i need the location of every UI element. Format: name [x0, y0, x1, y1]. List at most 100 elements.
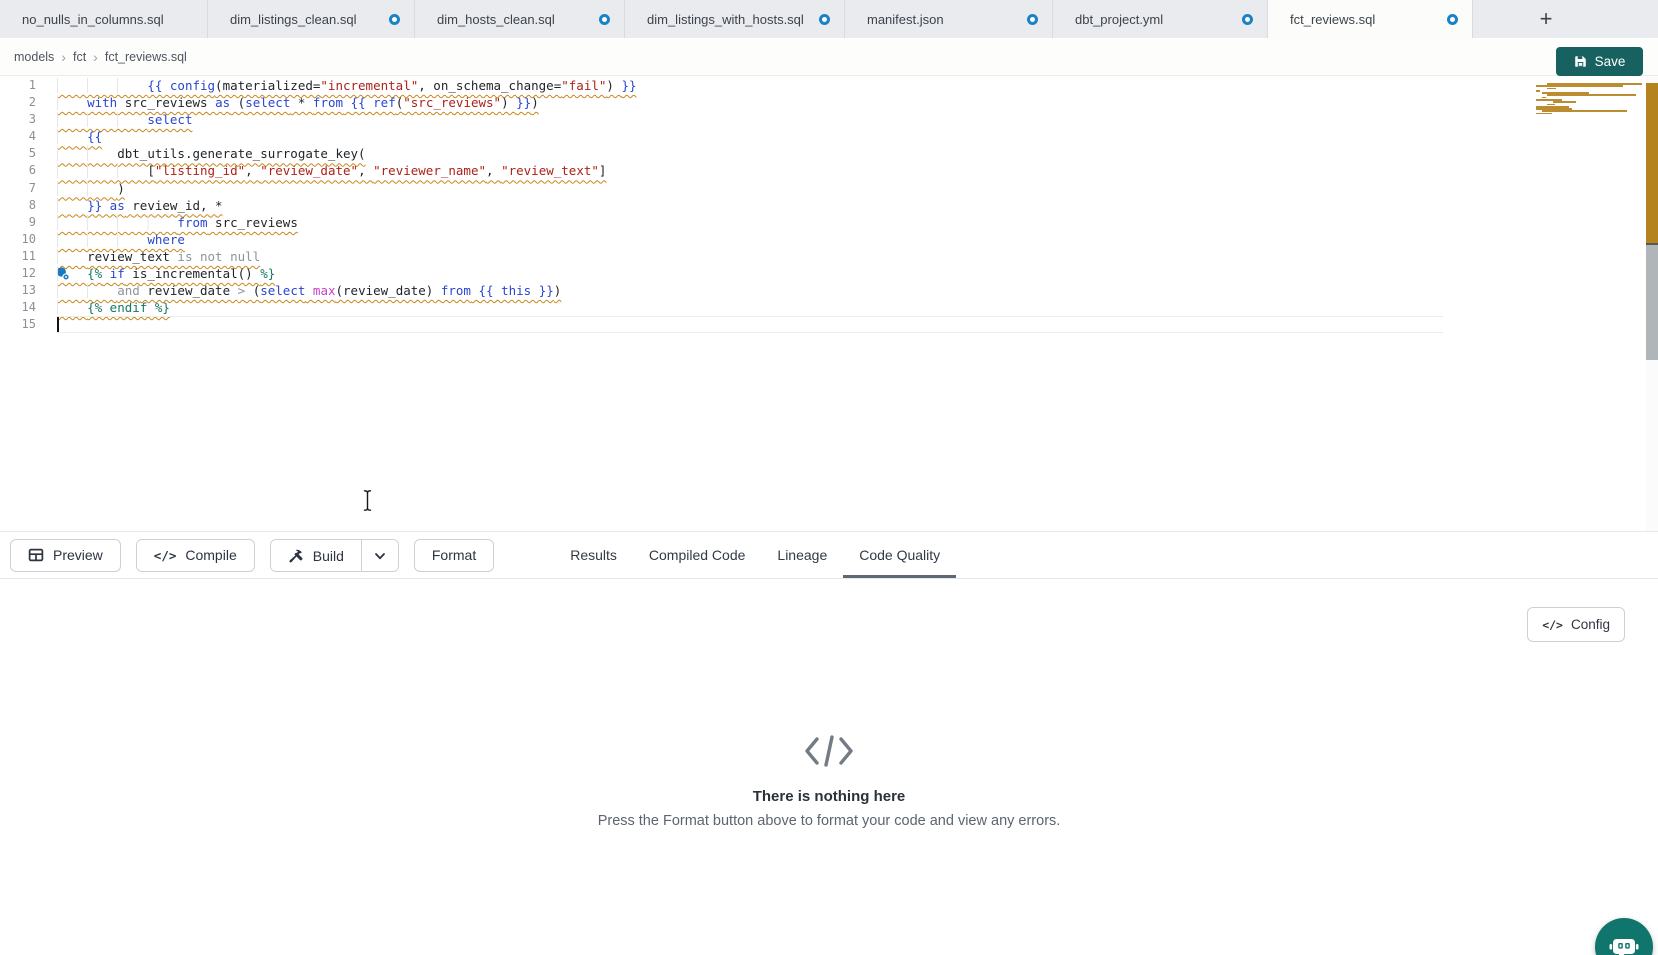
line-number: 6: [0, 162, 36, 179]
file-tab-dim_listings_clean.sql[interactable]: dim_listings_clean.sql: [208, 0, 415, 38]
indent-whitespace: [57, 146, 117, 161]
code-token: with: [87, 95, 117, 110]
code-line-11[interactable]: 11 review_text is not null: [0, 248, 1658, 265]
file-tab-dbt_project.yml[interactable]: dbt_project.yml: [1053, 0, 1268, 38]
code-line-8[interactable]: 8 }} as review_id, *: [0, 197, 1658, 214]
code-token: from: [313, 95, 343, 110]
breadcrumb-folder[interactable]: models: [14, 50, 54, 64]
format-button[interactable]: Format: [414, 539, 494, 572]
chevron-right-icon: ›: [86, 49, 105, 65]
line-number: 12: [0, 265, 36, 282]
code-line-9[interactable]: 9 from src_reviews: [0, 214, 1658, 231]
modified-dot-icon[interactable]: [599, 14, 610, 25]
breadcrumb: models › fct › fct_reviews.sql: [14, 38, 187, 76]
tab-compiled-code[interactable]: Compiled Code: [633, 532, 762, 578]
current-line-highlight: [56, 316, 1443, 333]
code-token: is not null: [177, 249, 260, 264]
tabbar-spacer: [1473, 0, 1525, 38]
tab-label: fct_reviews.sql: [1290, 12, 1435, 27]
mouse-text-cursor: [361, 489, 374, 512]
code-editor[interactable]: 1 {{ config(materialized="incremental", …: [0, 76, 1658, 532]
indent-whitespace: [57, 95, 87, 110]
indent-whitespace: [57, 181, 117, 196]
build-dropdown-button[interactable]: [362, 540, 398, 572]
code-token: ,: [358, 163, 373, 178]
chevron-right-icon: ›: [54, 49, 73, 65]
tab-label: dbt_project.yml: [1075, 12, 1230, 27]
editor-scrollbar[interactable]: [1646, 76, 1658, 532]
preview-button[interactable]: Preview: [10, 539, 121, 572]
code-line-1[interactable]: 1 {{ config(materialized="incremental", …: [0, 77, 1658, 94]
line-number: 14: [0, 299, 36, 316]
minimap-line: [1547, 88, 1556, 90]
modified-dot-icon[interactable]: [1447, 14, 1458, 25]
tab-lineage[interactable]: Lineage: [761, 532, 843, 578]
build-button[interactable]: Build: [271, 540, 361, 572]
code-line-2[interactable]: 2 with src_reviews as (select * from {{ …: [0, 94, 1658, 111]
empty-state: There is nothing here Press the Format b…: [0, 733, 1658, 829]
new-tab-button[interactable]: +: [1525, 0, 1567, 38]
code-token: review_text: [87, 249, 177, 264]
modified-dot-icon[interactable]: [389, 14, 400, 25]
minimap[interactable]: [1530, 83, 1644, 115]
code-line-14[interactable]: 14 {% endif %}: [0, 299, 1658, 316]
code-line-5[interactable]: 5 dbt_utils.generate_surrogate_key(: [0, 145, 1658, 162]
code-token: , on_schema_change=: [418, 78, 561, 93]
tab-code-quality[interactable]: Code Quality: [843, 532, 956, 578]
code-line-6[interactable]: 6 ["listing_id", "review_date", "reviewe…: [0, 162, 1658, 179]
modified-dot-icon[interactable]: [1027, 14, 1038, 25]
code-line-7[interactable]: 7 ): [0, 180, 1658, 197]
code-token: select: [245, 95, 290, 110]
indent-whitespace: [57, 198, 87, 213]
config-button[interactable]: </> Config: [1527, 607, 1625, 642]
button-label: Build: [313, 548, 344, 564]
code-text: select: [57, 111, 192, 128]
file-tab-fct_reviews.sql[interactable]: fct_reviews.sql: [1268, 0, 1473, 38]
modified-dot-icon[interactable]: [1242, 14, 1253, 25]
file-tab-dim_listings_with_hosts.sql[interactable]: dim_listings_with_hosts.sql: [625, 0, 845, 38]
indent-whitespace: [57, 129, 87, 144]
code-line-15[interactable]: 15: [0, 316, 1658, 333]
modified-dot-icon[interactable]: [819, 14, 830, 25]
file-tab-no_nulls_in_columns.sql[interactable]: no_nulls_in_columns.sql: [0, 0, 208, 38]
scrollbar-warning-marks: [1646, 83, 1658, 243]
indent-whitespace: [57, 283, 117, 298]
code-token: %}: [260, 266, 275, 281]
code-token: dbt_utils.generate_surrogate_key(: [117, 146, 365, 161]
compile-button[interactable]: </>Compile: [136, 539, 255, 572]
code-token: (materialized=: [215, 78, 320, 93]
button-label: Compile: [185, 547, 236, 563]
code-token: {{ this }}: [479, 283, 554, 298]
code-token: ,: [245, 163, 260, 178]
code-line-10[interactable]: 10 where: [0, 231, 1658, 248]
breadcrumb-subfolder[interactable]: fct: [73, 50, 86, 64]
minimap-line: [1542, 110, 1628, 112]
indent-whitespace: [57, 215, 177, 230]
code-line-13[interactable]: 13 and review_date > (select max(review_…: [0, 282, 1658, 299]
code-token: }} as: [87, 198, 125, 213]
line-number: 10: [0, 231, 36, 248]
code-token: [: [147, 163, 155, 178]
code-token: is_incremental(): [125, 266, 260, 281]
code-text: {{ config(materialized="incremental", on…: [57, 77, 637, 94]
code-token: review_id, *: [125, 198, 223, 213]
code-text: where: [57, 231, 185, 248]
code-line-12[interactable]: 12 {% if is_incremental() %}: [0, 265, 1658, 282]
code-token: }}: [621, 78, 636, 93]
code-quality-panel: </> Config There is nothing here Press t…: [0, 580, 1658, 955]
line-number: 7: [0, 180, 36, 197]
code-text: }} as review_id, *: [57, 197, 223, 214]
save-button[interactable]: Save: [1556, 47, 1643, 76]
file-tab-dim_hosts_clean.sql[interactable]: dim_hosts_clean.sql: [415, 0, 625, 38]
tab-results[interactable]: Results: [554, 532, 633, 578]
code-token: [343, 95, 351, 110]
code-token: [305, 283, 313, 298]
line-number: 3: [0, 111, 36, 128]
code-text: review_text is not null: [57, 248, 260, 265]
line-number: 13: [0, 282, 36, 299]
scrollbar-thumb[interactable]: [1646, 245, 1658, 360]
code-line-3[interactable]: 3 select: [0, 111, 1658, 128]
code-token: ): [554, 283, 562, 298]
file-tab-manifest.json[interactable]: manifest.json: [845, 0, 1053, 38]
code-line-4[interactable]: 4 {{: [0, 128, 1658, 145]
